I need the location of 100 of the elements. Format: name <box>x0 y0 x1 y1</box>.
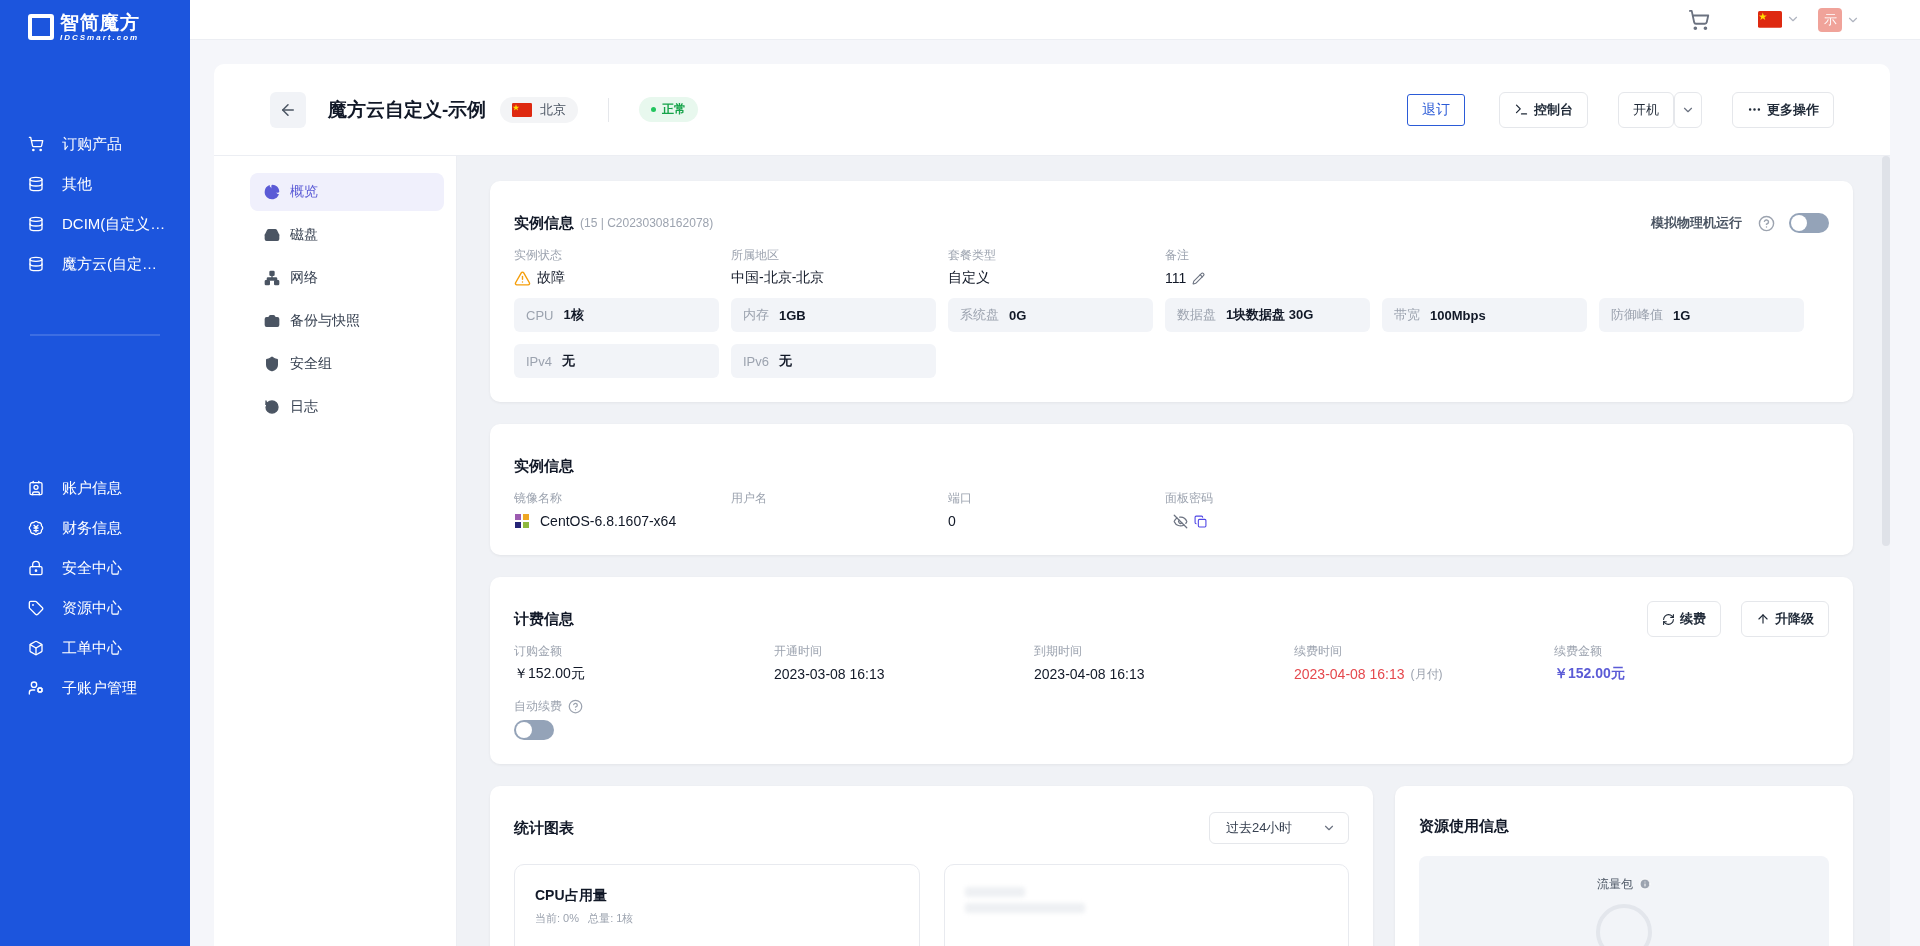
instance-id: (15 | C20230308162078) <box>580 216 714 230</box>
renewal-price: ￥152.00元 <box>1554 665 1625 683</box>
field-value: 中国-北京-北京 <box>731 269 825 287</box>
refresh-icon <box>1662 612 1675 626</box>
sidebar-icon <box>28 480 44 496</box>
spec-label: 内存 <box>743 306 769 324</box>
field-label: 镜像名称 <box>514 490 563 507</box>
chart-title: CPU占用量 <box>535 887 608 905</box>
field-label: 备注 <box>1165 247 1190 264</box>
sidebar-item[interactable]: DCIM(自定义… <box>0 204 190 244</box>
field-label: 面板密码 <box>1165 490 1214 507</box>
spec-value: 无 <box>779 352 792 370</box>
field-label: 端口 <box>948 490 973 507</box>
card-title: 资源使用信息 <box>1419 816 1509 836</box>
field-value: CentOS-6.8.1607-x64 <box>540 513 677 529</box>
field-value: 自定义 <box>948 269 990 287</box>
copy-icon[interactable] <box>1194 514 1207 528</box>
sidebar-item[interactable]: 账户信息 <box>0 468 190 508</box>
help-icon <box>568 698 583 714</box>
nav-tab[interactable]: 备份与快照 <box>250 302 444 340</box>
upgrade-button[interactable]: 升降级 <box>1741 601 1829 637</box>
brand-name: 智简魔方 <box>60 12 140 33</box>
field-label: 所属地区 <box>731 247 780 264</box>
warning-icon <box>514 269 531 287</box>
field-label: 续费时间 <box>1294 643 1343 660</box>
field-label: 续费金额 <box>1554 643 1603 660</box>
hide-password-icon[interactable] <box>1173 513 1188 529</box>
sidebar-item[interactable]: 魔方云(自定… <box>0 244 190 284</box>
field-label: 用户名 <box>731 490 768 507</box>
nav-icon <box>264 399 280 415</box>
sidebar-item[interactable]: 订购产品 <box>0 124 190 164</box>
sidebar-item[interactable]: 工单中心 <box>0 628 190 668</box>
field-label: 实例状态 <box>514 247 563 264</box>
sidebar-item[interactable]: 安全中心 <box>0 548 190 588</box>
card-title: 计费信息 <box>514 609 574 629</box>
field-value: ￥152.00元 <box>514 665 585 683</box>
spec-value: 1块数据盘 30G <box>1226 306 1314 324</box>
terminal-icon <box>1514 102 1529 117</box>
package-label: 流量包 <box>1597 875 1633 893</box>
field-value: 0 <box>948 513 956 529</box>
spec-value: 1GB <box>779 307 806 323</box>
arrow-up-icon <box>1756 612 1770 626</box>
nav-tab[interactable]: 概览 <box>250 173 444 211</box>
field-value: 故障 <box>537 269 565 287</box>
field-label: 套餐类型 <box>948 247 997 264</box>
help-icon <box>1758 214 1775 232</box>
field-value: 111 <box>1165 270 1187 286</box>
nav-icon <box>264 313 280 329</box>
sidebar-icon <box>28 136 44 152</box>
edit-icon[interactable] <box>1192 271 1206 285</box>
spec-label: CPU <box>526 307 554 323</box>
simulate-toggle[interactable] <box>1789 213 1829 233</box>
flag-icon <box>512 102 533 117</box>
billing-cycle: (月付) <box>1410 665 1443 683</box>
spec-value: 无 <box>562 352 575 370</box>
spec-label: 数据盘 <box>1177 306 1216 324</box>
spec-label: IPv4 <box>526 353 552 369</box>
sidebar-icon <box>28 680 44 696</box>
nav-tab[interactable]: 磁盘 <box>250 216 444 254</box>
nav-icon <box>264 184 280 200</box>
sidebar-item[interactable]: 财务信息 <box>0 508 190 548</box>
spec-label: IPv6 <box>743 353 769 369</box>
status-badge: 正常 <box>639 97 699 122</box>
nav-tab[interactable]: 网络 <box>250 259 444 297</box>
time-range-select[interactable]: 过去24小时 <box>1209 812 1349 844</box>
sidebar-item[interactable]: 子账户管理 <box>0 668 190 708</box>
renew-button[interactable]: 续费 <box>1647 601 1721 637</box>
sidebar-icon <box>28 560 44 576</box>
spec-label: 防御峰值 <box>1611 306 1663 324</box>
toggle-label: 模拟物理机运行 <box>1651 214 1742 232</box>
nav-tab[interactable]: 安全组 <box>250 345 444 383</box>
page-title: 魔方云自定义-示例 <box>328 97 487 122</box>
nav-tab[interactable]: 日志 <box>250 388 444 426</box>
flag-icon[interactable] <box>1758 11 1782 28</box>
field-label: 到期时间 <box>1034 643 1083 660</box>
more-actions-button[interactable]: 更多操作 <box>1732 91 1834 128</box>
spec-label: 带宽 <box>1394 306 1420 324</box>
auto-renew-toggle[interactable] <box>514 720 554 740</box>
sidebar-icon <box>28 256 44 272</box>
sidebar-icon <box>28 216 44 232</box>
unsubscribe-button[interactable]: 退订 <box>1407 93 1465 126</box>
sidebar-item[interactable]: 其他 <box>0 164 190 204</box>
sidebar-icon <box>28 640 44 656</box>
card-title: 统计图表 <box>514 818 574 838</box>
field-value: 2023-03-08 16:13 <box>774 666 885 682</box>
spec-label: 系统盘 <box>960 306 999 324</box>
sidebar-icon <box>28 176 44 192</box>
sidebar-icon <box>28 600 44 616</box>
spec-value: 100Mbps <box>1430 307 1486 323</box>
console-button[interactable]: 控制台 <box>1499 91 1588 128</box>
card-title: 实例信息 <box>514 213 574 233</box>
chart-subtitle: 当前: 0% 总量: 1核 <box>535 911 635 926</box>
spec-value: 1G <box>1673 307 1691 323</box>
power-on-button[interactable]: 开机 <box>1618 91 1674 128</box>
cart-icon[interactable] <box>1688 8 1710 31</box>
logo-icon <box>28 14 54 40</box>
back-button[interactable] <box>270 91 306 128</box>
sidebar-item[interactable]: 资源中心 <box>0 588 190 628</box>
region-name: 北京 <box>540 100 567 119</box>
info-icon <box>1639 878 1651 891</box>
